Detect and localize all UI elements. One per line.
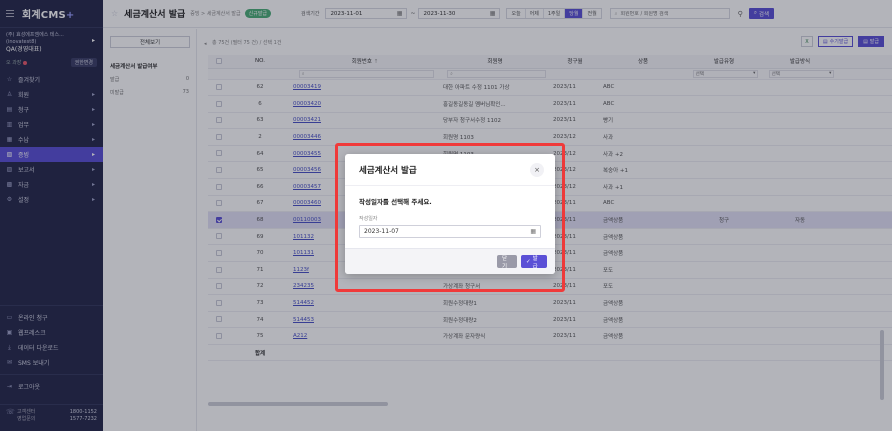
dialog-header: 세금계산서 발급 × <box>345 154 555 186</box>
confirm-issue-button[interactable]: ✓ 발급 <box>521 255 547 270</box>
date-field-label: 작성일자 <box>359 216 378 222</box>
write-date-value: 2023-11-07 <box>364 228 399 235</box>
dialog-footer: 닫기 ✓ 발급 <box>345 248 555 274</box>
check-icon: ✓ <box>526 258 531 265</box>
close-button[interactable]: 닫기 <box>497 255 517 270</box>
issue-dialog: 세금계산서 발급 × 작성일자를 선택해 주세요. 작성일자 2023-11-0… <box>345 154 555 274</box>
dialog-message: 작성일자를 선택해 주세요. <box>359 198 432 206</box>
dialog-body: 작성일자를 선택해 주세요. 작성일자 2023-11-07 ▦ <box>345 186 555 238</box>
close-icon[interactable]: × <box>530 162 544 177</box>
confirm-issue-label: 발급 <box>532 255 538 270</box>
calendar-icon[interactable]: ▦ <box>530 228 536 235</box>
write-date-field[interactable]: 2023-11-07 ▦ <box>359 225 541 238</box>
dialog-title: 세금계산서 발급 <box>359 165 417 176</box>
